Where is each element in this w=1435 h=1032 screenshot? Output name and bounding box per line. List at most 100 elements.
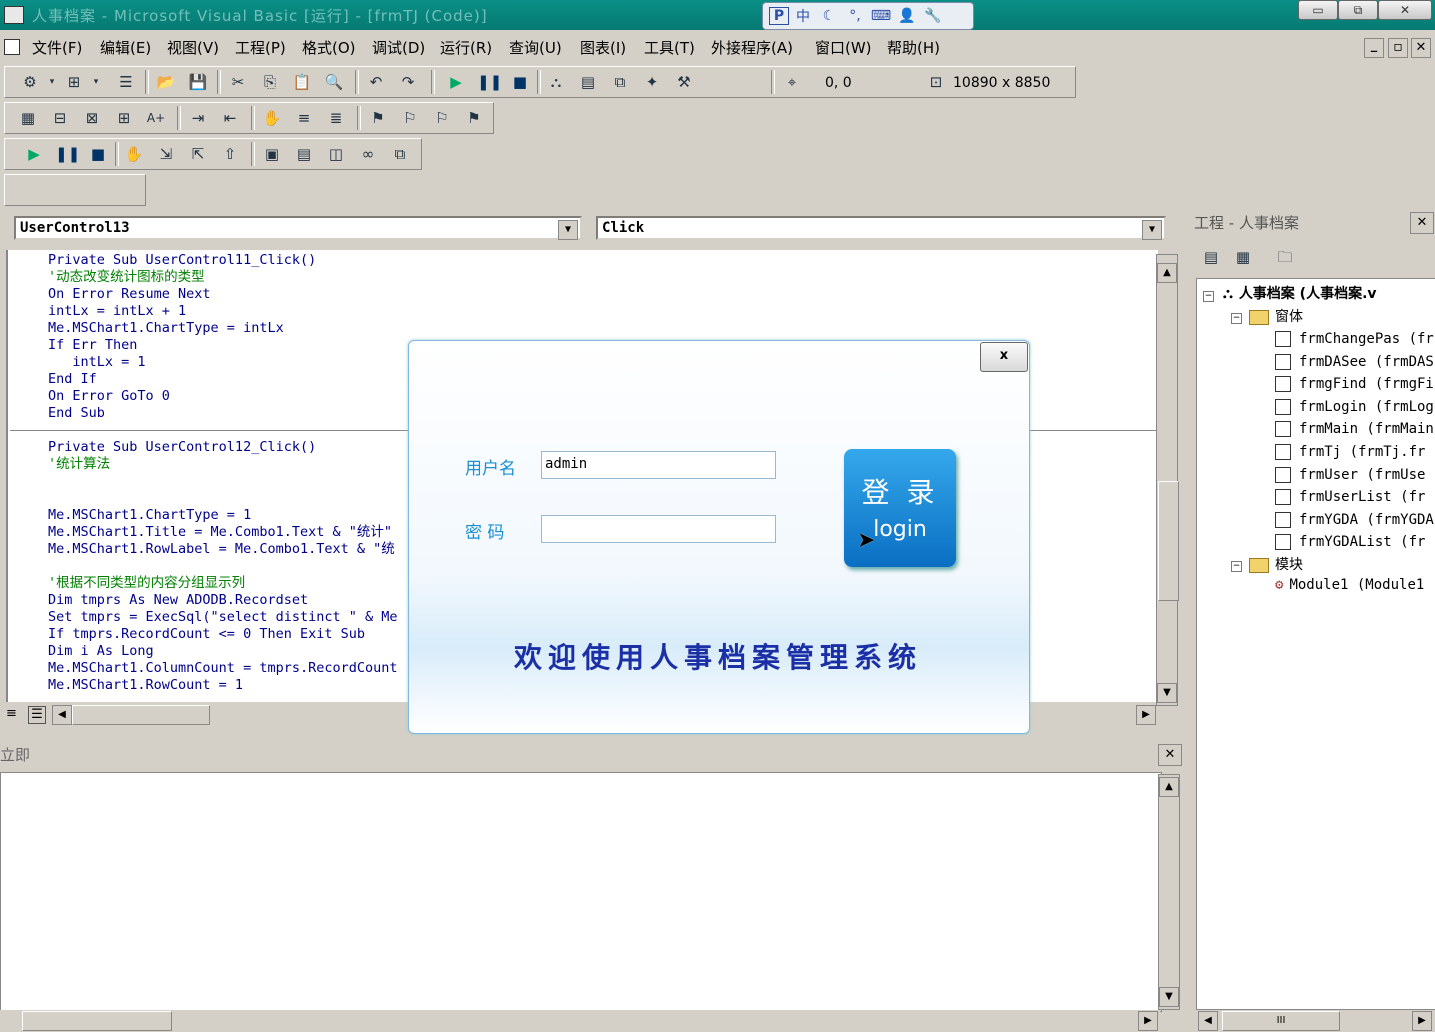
menu-file[interactable]: 文件(F) — [32, 37, 82, 58]
outdent-icon[interactable]: ⇤ — [219, 107, 241, 129]
debug-breakpoint-icon[interactable]: ✋ — [123, 143, 145, 165]
step-over-icon[interactable]: ⇱ — [187, 143, 209, 165]
quick-watch-icon[interactable]: ∞ — [357, 143, 379, 165]
code-line[interactable]: '根据不同类型的内容分组显示列 — [48, 575, 245, 592]
menu-format[interactable]: 格式(O) — [302, 37, 356, 58]
project-explorer-close-button[interactable]: ✕ — [1410, 212, 1434, 234]
chevron-down-icon[interactable]: ▼ — [1142, 220, 1162, 240]
scroll-left-icon[interactable]: ◀ — [1198, 1011, 1218, 1031]
parameter-info-icon[interactable]: ⊞ — [113, 107, 135, 129]
collapse-icon[interactable]: − — [1231, 561, 1242, 572]
scroll-thumb[interactable] — [1158, 481, 1179, 601]
menu-query[interactable]: 查询(U) — [509, 37, 562, 58]
scroll-right-icon[interactable]: ▶ — [1412, 1011, 1432, 1031]
view-code-icon[interactable]: ▤ — [1200, 246, 1222, 268]
code-line[interactable]: Me.MSChart1.ChartType = intLx — [48, 320, 284, 337]
menu-help[interactable]: 帮助(H) — [887, 37, 940, 58]
watch-window-icon[interactable]: ◫ — [325, 143, 347, 165]
end-icon[interactable]: ■ — [509, 71, 531, 93]
immediate-vertical-scrollbar[interactable]: ▲ ▼ — [1158, 774, 1180, 1010]
cut-icon[interactable]: ✂ — [227, 71, 249, 93]
chevron-down-icon[interactable]: ▼ — [558, 220, 578, 240]
view-object-icon[interactable]: ▦ — [1232, 246, 1254, 268]
mdi-icon[interactable] — [4, 39, 20, 55]
menu-editor-icon[interactable]: ☰ — [115, 71, 137, 93]
add-form-dropdown-icon[interactable]: ▾ — [85, 71, 107, 93]
username-field[interactable]: admin — [541, 451, 776, 479]
tree-module-item[interactable]: ⚙ Module1 (Module1 — [1275, 577, 1424, 593]
code-vertical-scrollbar[interactable]: ▲ ▼ — [1156, 254, 1179, 706]
toggle-breakpoint-icon[interactable]: ✋ — [261, 107, 283, 129]
toggle-folders-icon[interactable]: 🗀 — [1274, 246, 1296, 268]
indent-icon[interactable]: ⇥ — [187, 107, 209, 129]
dialog-close-button[interactable]: x — [980, 342, 1028, 372]
close-button[interactable]: ✕ — [1378, 0, 1432, 20]
code-line[interactable]: Me.MSChart1.ChartType = 1 — [48, 507, 251, 524]
tree-form-item[interactable]: frmYGDA (frmYGDA — [1275, 511, 1434, 528]
code-line[interactable]: On Error Resume Next — [48, 286, 211, 303]
code-line[interactable]: '动态改变统计图标的类型 — [48, 269, 205, 286]
code-line[interactable]: Me.MSChart1.ColumnCount = tmprs.RecordCo… — [48, 660, 398, 677]
tree-form-item[interactable]: frmChangePas (fr — [1275, 331, 1434, 347]
ime-keyboard-icon[interactable]: ⌨ — [869, 8, 893, 24]
menu-diagram[interactable]: 图表(I) — [580, 37, 626, 58]
scroll-down-icon[interactable]: ▼ — [1157, 683, 1177, 703]
h-scroll-thumb[interactable] — [72, 705, 210, 725]
ime-user-icon[interactable]: 👤 — [895, 8, 919, 24]
toggle-bookmark-icon[interactable]: ⚑ — [367, 107, 389, 129]
code-line[interactable]: Me.MSChart1.RowLabel = Me.Combo1.Text & … — [48, 541, 395, 558]
code-line[interactable]: End If — [48, 371, 97, 388]
tree-modules-folder[interactable]: 模块 — [1249, 554, 1303, 574]
tree-form-item[interactable]: frmUserList (fr — [1275, 489, 1425, 506]
comment-block-icon[interactable]: ≡ — [293, 107, 315, 129]
tree-form-item[interactable]: frmYGDAList (fr — [1275, 534, 1425, 551]
start-icon[interactable]: ▶ — [445, 71, 467, 93]
procedure-combo[interactable]: Click ▼ — [596, 216, 1166, 240]
h-scroll-thumb[interactable] — [22, 1011, 172, 1031]
find-icon[interactable]: 🔍 — [323, 71, 345, 93]
scroll-up-icon[interactable]: ▲ — [1157, 263, 1177, 283]
app-icon[interactable] — [4, 6, 24, 24]
object-browser-icon[interactable]: ✦ — [641, 71, 663, 93]
code-line[interactable]: Me.MSChart1.Title = Me.Combo1.Text & "统计… — [48, 524, 392, 541]
code-line[interactable]: '统计算法 — [48, 456, 110, 473]
uncomment-block-icon[interactable]: ≣ — [325, 107, 347, 129]
mdi-close-button[interactable]: ✕ — [1411, 38, 1431, 58]
copy-icon[interactable]: ⎘ — [259, 71, 281, 93]
menu-project[interactable]: 工程(P) — [235, 37, 286, 58]
previous-bookmark-icon[interactable]: ⚐ — [431, 107, 453, 129]
maximize-button[interactable]: ⧉ — [1338, 0, 1378, 20]
menu-debug[interactable]: 调试(D) — [372, 37, 425, 58]
code-line[interactable]: Set tmprs = ExecSql("select distinct " &… — [48, 609, 398, 626]
menu-tools[interactable]: 工具(T) — [644, 37, 695, 58]
code-line[interactable]: Private Sub UserControl12_Click() — [48, 439, 316, 456]
menu-addins[interactable]: 外接程序(A) — [711, 37, 793, 58]
immediate-window-icon[interactable]: ▤ — [293, 143, 315, 165]
list-properties-icon[interactable]: ▦ — [17, 107, 39, 129]
open-project-icon[interactable]: 📂 — [155, 71, 177, 93]
code-line[interactable]: If tmprs.RecordCount <= 0 Then Exit Sub — [48, 626, 365, 643]
save-project-icon[interactable]: 💾 — [187, 71, 209, 93]
menu-window[interactable]: 窗口(W) — [815, 37, 872, 58]
full-module-view-icon[interactable]: ☰ — [28, 706, 46, 724]
object-combo[interactable]: UserControl13 ▼ — [14, 216, 582, 240]
scroll-left-icon[interactable]: ◀ — [52, 705, 72, 725]
menu-run[interactable]: 运行(R) — [440, 37, 492, 58]
ime-punctuation-icon[interactable]: °, — [843, 8, 867, 24]
ime-chinese-mode[interactable]: 中 — [791, 6, 815, 26]
quick-info-icon[interactable]: ⊠ — [81, 107, 103, 129]
project-tree[interactable]: − ⛬ 人事档案 (人事档案.v − 窗体 frmChangePas (fr frm… — [1196, 278, 1435, 1010]
ime-moon-icon[interactable]: ☾ — [817, 8, 841, 24]
debug-start-icon[interactable]: ▶ — [23, 143, 45, 165]
form-layout-icon[interactable]: ⧉ — [609, 71, 631, 93]
tree-form-item[interactable]: frmMain (frmMain — [1275, 421, 1434, 438]
paste-icon[interactable]: 📋 — [291, 71, 313, 93]
immediate-horizontal-scrollbar[interactable]: ▶ — [0, 1010, 1160, 1032]
code-line[interactable]: If Err Then — [48, 337, 137, 354]
tree-project-root[interactable]: ⛬ 人事档案 (人事档案.v — [1223, 283, 1377, 303]
locals-window-icon[interactable]: ▣ — [261, 143, 283, 165]
step-into-icon[interactable]: ⇲ — [155, 143, 177, 165]
code-line[interactable]: Me.MSChart1.RowCount = 1 — [48, 677, 243, 694]
menu-view[interactable]: 视图(V) — [167, 37, 219, 58]
call-stack-icon[interactable]: ⧉ — [389, 143, 411, 165]
